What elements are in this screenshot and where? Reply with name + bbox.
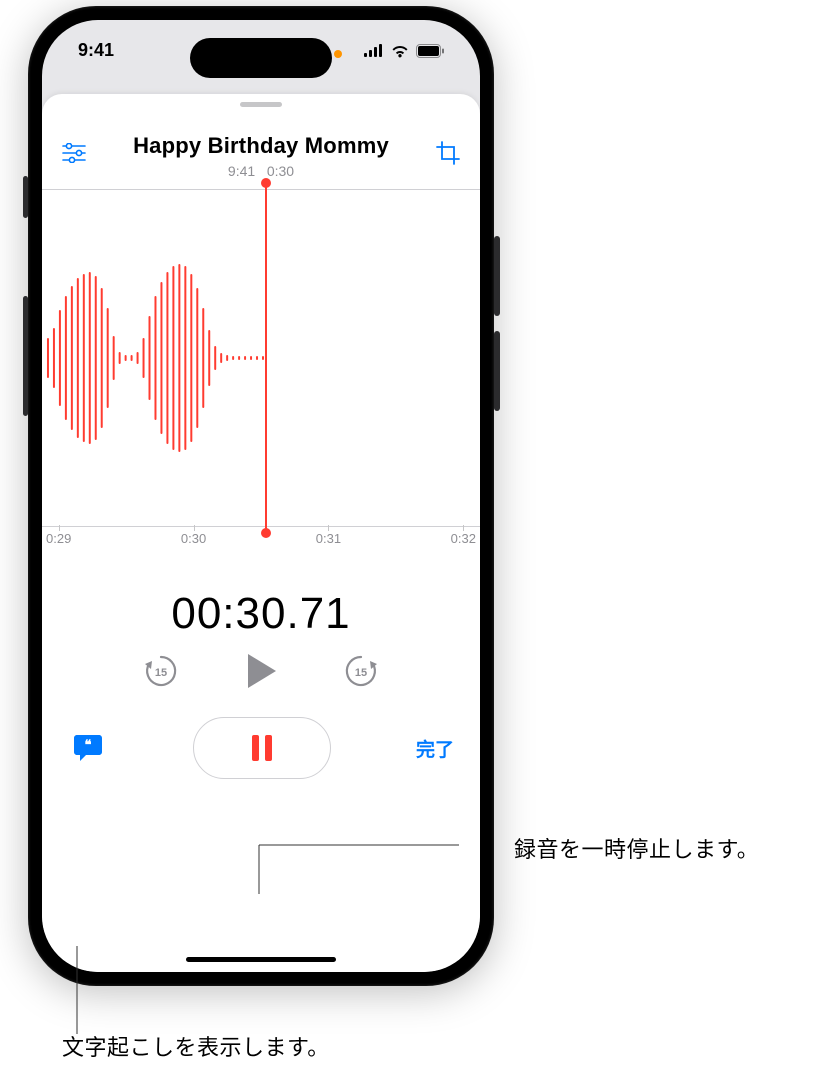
- pause-icon: [252, 735, 259, 761]
- playhead[interactable]: [265, 183, 267, 533]
- skip-forward-15-button[interactable]: 15: [339, 649, 383, 693]
- power-button-hw: [23, 296, 28, 416]
- battery-icon: [416, 44, 444, 58]
- phone-frame: 9:41 Happy Birthday Mommy 9:41 0:30: [28, 6, 494, 986]
- speech-bubble-quote-icon: ❝: [72, 733, 104, 763]
- skip-back-15-button[interactable]: 15: [139, 649, 183, 693]
- callout-leader-line: [76, 946, 78, 1034]
- playback-controls: 15 15: [42, 649, 480, 693]
- done-button[interactable]: 完了: [416, 735, 454, 762]
- screen: 9:41 Happy Birthday Mommy 9:41 0:30: [42, 20, 480, 972]
- status-time: 9:41: [78, 40, 114, 61]
- bottom-actions: ❝ 完了: [42, 717, 480, 803]
- waveform: [42, 189, 480, 527]
- play-button[interactable]: [239, 649, 283, 693]
- trim-button[interactable]: [434, 139, 462, 167]
- volume-up-button-hw: [494, 236, 500, 316]
- elapsed-timer: 00:30.71: [42, 589, 480, 639]
- dynamic-island: [190, 38, 332, 78]
- recording-sheet: Happy Birthday Mommy 9:41 0:30: [42, 94, 480, 972]
- settings-button[interactable]: [60, 139, 88, 167]
- svg-text:❝: ❝: [85, 737, 92, 752]
- transcribe-button[interactable]: ❝: [68, 728, 108, 768]
- pause-recording-button[interactable]: [193, 717, 331, 779]
- sliders-icon: [62, 143, 86, 163]
- waveform-area[interactable]: 0:29 0:30 0:31 0:32: [42, 189, 480, 569]
- tick-label: 0:29: [46, 531, 71, 569]
- home-indicator[interactable]: [186, 957, 336, 962]
- play-icon: [244, 652, 278, 690]
- sheet-header: Happy Birthday Mommy 9:41 0:30: [42, 113, 480, 189]
- svg-text:15: 15: [155, 667, 167, 679]
- wifi-icon: [390, 44, 410, 58]
- recording-title[interactable]: Happy Birthday Mommy: [88, 133, 434, 159]
- pause-icon: [265, 735, 272, 761]
- callout-text: 録音を一時停止します。: [514, 837, 759, 862]
- skip-back-icon: 15: [141, 651, 181, 691]
- cellular-icon: [364, 44, 384, 57]
- status-right: [364, 40, 444, 61]
- svg-text:15: 15: [355, 667, 367, 679]
- volume-down-button-hw: [494, 331, 500, 411]
- callout-transcribe: 文字起こしを表示します。: [62, 1030, 330, 1062]
- recording-meta: 9:41 0:30: [88, 163, 434, 179]
- callout-pause: 録音を一時停止します。: [514, 832, 759, 864]
- tick-label: 0:32: [451, 531, 476, 569]
- skip-forward-icon: 15: [341, 651, 381, 691]
- tick-label: 0:31: [316, 531, 341, 569]
- meta-recorded-at: 9:41: [228, 163, 255, 179]
- tick-label: 0:30: [181, 531, 206, 569]
- sheet-grabber[interactable]: [240, 102, 282, 107]
- crop-icon: [436, 141, 460, 165]
- silence-switch-hw: [23, 176, 28, 218]
- callout-leader-line: [229, 844, 459, 896]
- microphone-indicator-icon: [334, 50, 342, 58]
- callout-text: 文字起こしを表示します。: [62, 1035, 330, 1060]
- meta-duration: 0:30: [267, 163, 294, 179]
